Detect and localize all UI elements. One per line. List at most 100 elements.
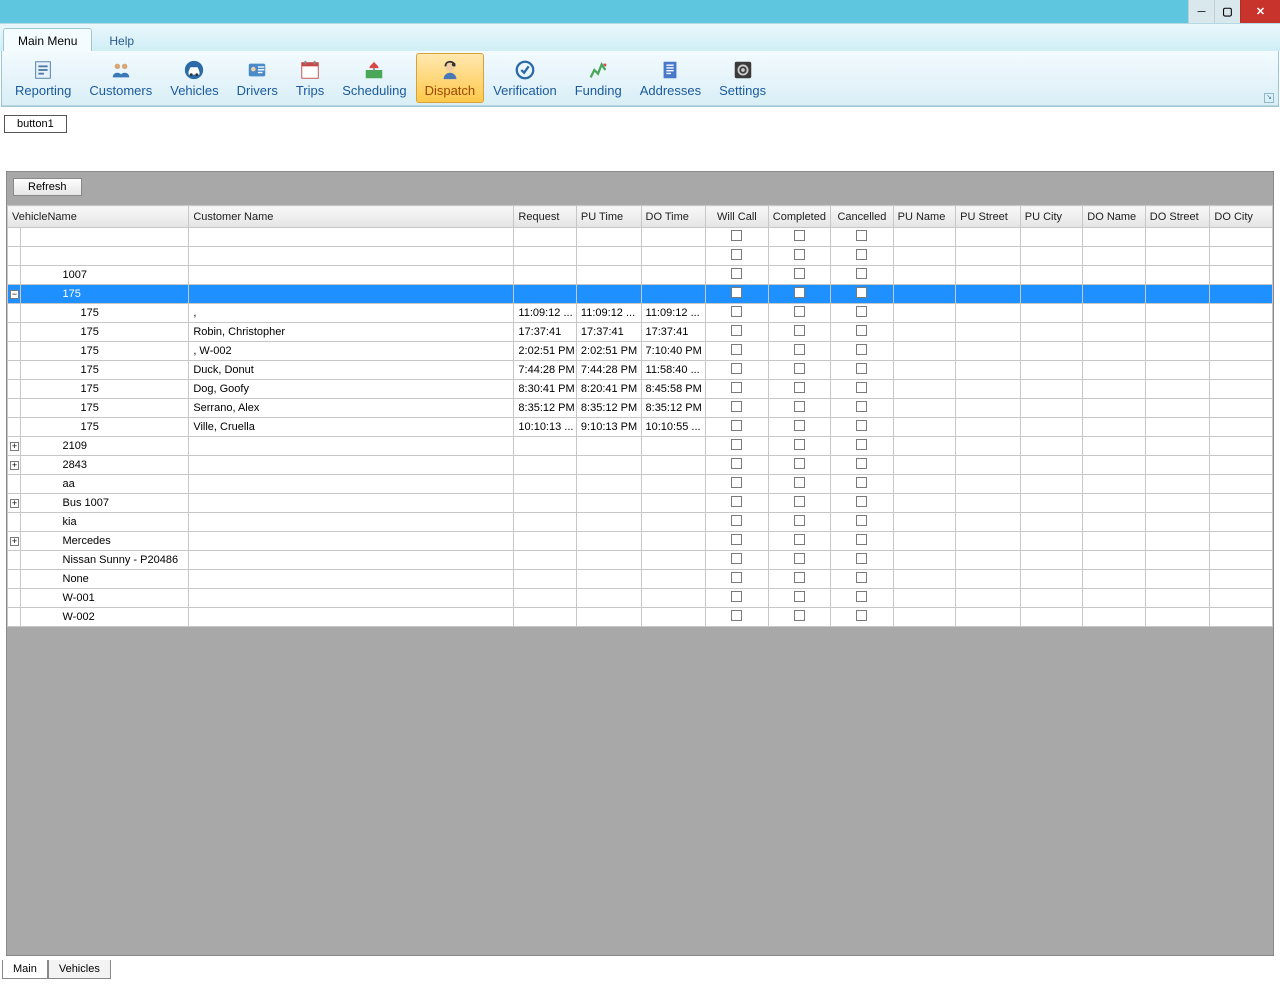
checkbox-icon[interactable]: [794, 401, 805, 412]
table-row[interactable]: +Bus 1007: [8, 494, 1273, 513]
cell-cancelled[interactable]: [831, 437, 894, 456]
cell-completed[interactable]: [768, 551, 831, 570]
tab-help[interactable]: Help: [94, 28, 149, 52]
cell-completed[interactable]: [768, 380, 831, 399]
table-row[interactable]: 175, W-0022:02:51 PM2:02:51 PM7:10:40 PM: [8, 342, 1273, 361]
table-row[interactable]: +2109: [8, 437, 1273, 456]
table-row[interactable]: 1007: [8, 266, 1273, 285]
ribbon-addresses[interactable]: Addresses: [631, 53, 710, 103]
cell-will-call[interactable]: [706, 285, 769, 304]
refresh-button[interactable]: Refresh: [13, 178, 82, 196]
expander-cell[interactable]: +: [8, 532, 21, 551]
checkbox-icon[interactable]: [856, 591, 867, 602]
col-pu-city[interactable]: PU City: [1020, 206, 1083, 228]
col-do-name[interactable]: DO Name: [1083, 206, 1146, 228]
cell-completed[interactable]: [768, 361, 831, 380]
col-do-street[interactable]: DO Street: [1145, 206, 1210, 228]
cell-completed[interactable]: [768, 285, 831, 304]
checkbox-icon[interactable]: [794, 553, 805, 564]
table-row[interactable]: −175: [8, 285, 1273, 304]
checkbox-icon[interactable]: [731, 420, 742, 431]
col-request[interactable]: Request: [514, 206, 577, 228]
col-customer-name[interactable]: Customer Name: [189, 206, 514, 228]
cell-cancelled[interactable]: [831, 570, 894, 589]
expand-icon[interactable]: +: [10, 461, 19, 470]
ribbon-verification[interactable]: Verification: [484, 53, 566, 103]
checkbox-icon[interactable]: [794, 439, 805, 450]
checkbox-icon[interactable]: [856, 572, 867, 583]
table-row[interactable]: [8, 228, 1273, 247]
checkbox-icon[interactable]: [856, 344, 867, 355]
cell-will-call[interactable]: [706, 475, 769, 494]
table-row[interactable]: 175,11:09:12 ...11:09:12 ...11:09:12 ...: [8, 304, 1273, 323]
cell-will-call[interactable]: [706, 361, 769, 380]
cell-completed[interactable]: [768, 589, 831, 608]
cell-will-call[interactable]: [706, 266, 769, 285]
checkbox-icon[interactable]: [856, 458, 867, 469]
cell-will-call[interactable]: [706, 456, 769, 475]
cell-cancelled[interactable]: [831, 342, 894, 361]
cell-completed[interactable]: [768, 228, 831, 247]
checkbox-icon[interactable]: [794, 287, 805, 298]
cell-will-call[interactable]: [706, 323, 769, 342]
checkbox-icon[interactable]: [856, 610, 867, 621]
cell-will-call[interactable]: [706, 513, 769, 532]
table-row[interactable]: [8, 247, 1273, 266]
cell-will-call[interactable]: [706, 342, 769, 361]
checkbox-icon[interactable]: [731, 553, 742, 564]
table-row[interactable]: 175Robin, Christopher17:37:4117:37:4117:…: [8, 323, 1273, 342]
cell-completed[interactable]: [768, 570, 831, 589]
tab-main-menu[interactable]: Main Menu: [3, 28, 92, 52]
checkbox-icon[interactable]: [731, 401, 742, 412]
checkbox-icon[interactable]: [794, 534, 805, 545]
close-button[interactable]: ✕: [1240, 0, 1280, 23]
table-row[interactable]: 175Duck, Donut7:44:28 PM7:44:28 PM11:58:…: [8, 361, 1273, 380]
checkbox-icon[interactable]: [794, 306, 805, 317]
checkbox-icon[interactable]: [856, 401, 867, 412]
checkbox-icon[interactable]: [731, 458, 742, 469]
cell-will-call[interactable]: [706, 570, 769, 589]
checkbox-icon[interactable]: [794, 230, 805, 241]
checkbox-icon[interactable]: [794, 363, 805, 374]
checkbox-icon[interactable]: [856, 249, 867, 260]
cell-cancelled[interactable]: [831, 532, 894, 551]
checkbox-icon[interactable]: [731, 363, 742, 374]
checkbox-icon[interactable]: [731, 534, 742, 545]
checkbox-icon[interactable]: [731, 515, 742, 526]
table-row[interactable]: aa: [8, 475, 1273, 494]
checkbox-icon[interactable]: [856, 363, 867, 374]
ribbon-customers[interactable]: Customers: [80, 53, 161, 103]
checkbox-icon[interactable]: [794, 344, 805, 355]
expand-icon[interactable]: +: [10, 537, 19, 546]
checkbox-icon[interactable]: [731, 382, 742, 393]
checkbox-icon[interactable]: [856, 477, 867, 488]
col-cancelled[interactable]: Cancelled: [831, 206, 894, 228]
cell-completed[interactable]: [768, 323, 831, 342]
checkbox-icon[interactable]: [794, 420, 805, 431]
expander-cell[interactable]: −: [8, 285, 21, 304]
table-row[interactable]: 175Ville, Cruella10:10:13 ...9:10:13 PM1…: [8, 418, 1273, 437]
checkbox-icon[interactable]: [856, 268, 867, 279]
cell-cancelled[interactable]: [831, 323, 894, 342]
ribbon-launcher-icon[interactable]: ↘: [1264, 93, 1274, 103]
cell-will-call[interactable]: [706, 399, 769, 418]
checkbox-icon[interactable]: [731, 249, 742, 260]
checkbox-icon[interactable]: [731, 610, 742, 621]
cell-cancelled[interactable]: [831, 399, 894, 418]
expander-cell[interactable]: +: [8, 437, 21, 456]
checkbox-icon[interactable]: [856, 534, 867, 545]
col-do-time[interactable]: DO Time: [641, 206, 706, 228]
cell-cancelled[interactable]: [831, 285, 894, 304]
checkbox-icon[interactable]: [856, 496, 867, 507]
cell-completed[interactable]: [768, 399, 831, 418]
checkbox-icon[interactable]: [856, 382, 867, 393]
cell-cancelled[interactable]: [831, 494, 894, 513]
cell-completed[interactable]: [768, 418, 831, 437]
cell-completed[interactable]: [768, 532, 831, 551]
checkbox-icon[interactable]: [731, 325, 742, 336]
checkbox-icon[interactable]: [794, 591, 805, 602]
checkbox-icon[interactable]: [856, 287, 867, 298]
col-will-call[interactable]: Will Call: [706, 206, 769, 228]
cell-cancelled[interactable]: [831, 247, 894, 266]
cell-will-call[interactable]: [706, 304, 769, 323]
